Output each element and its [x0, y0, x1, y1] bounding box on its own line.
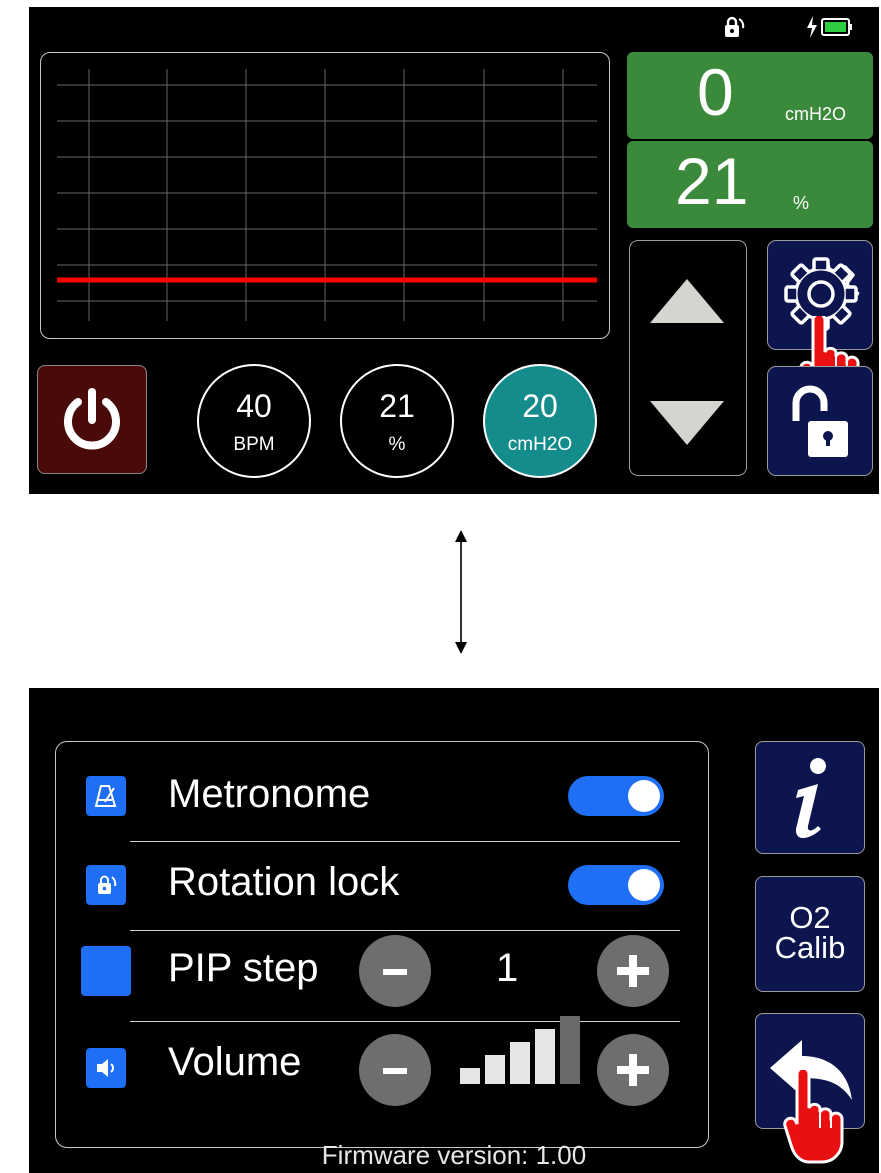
lock-button[interactable]	[767, 366, 873, 476]
pressure-readout: 0 cmH2O	[627, 52, 873, 139]
volume-row: Volume	[56, 1014, 708, 1106]
pip-step-minus-button[interactable]	[359, 935, 431, 1007]
volume-bar	[535, 1029, 555, 1084]
plus-icon	[617, 1054, 649, 1086]
volume-label: Volume	[168, 1040, 302, 1084]
pip-step-row: PIP step 1	[56, 922, 708, 1012]
pip-unit: cmH2O	[507, 434, 573, 455]
rotation-lock-icon	[86, 865, 126, 905]
oxygen-value: 21	[675, 144, 749, 218]
plus-icon	[617, 955, 649, 987]
volume-bar	[560, 1016, 580, 1084]
pip-setting[interactable]: 20 cmH2O	[483, 364, 597, 478]
pip-step-value: 1	[496, 946, 519, 990]
triangle-up-icon	[650, 279, 724, 323]
rotation-lock-row: Rotation lock	[56, 832, 708, 922]
power-button[interactable]	[37, 365, 147, 474]
rotation-lock-toggle[interactable]	[568, 865, 664, 905]
toggle-knob	[628, 780, 660, 812]
volume-bar	[485, 1055, 505, 1084]
speaker-icon	[86, 1048, 126, 1088]
o2-calib-line1: O2	[789, 900, 831, 935]
main-screen: 0 cmH2O 21 % 40 BPM 21 % 20 cmH2O	[29, 7, 879, 494]
blank-icon	[81, 946, 131, 996]
unlocked-padlock-icon	[792, 385, 848, 457]
info-button[interactable]	[755, 741, 865, 854]
fio2-setting[interactable]: 21 %	[340, 364, 454, 478]
fio2-unit: %	[388, 434, 406, 455]
power-icon	[64, 388, 120, 450]
rotation-lock-status-icon	[722, 15, 746, 46]
minus-icon	[383, 1068, 407, 1074]
oxygen-unit: %	[793, 193, 810, 213]
adjust-panel	[629, 240, 747, 476]
pip-step-label: PIP step	[168, 946, 319, 990]
volume-level-bars	[460, 1016, 580, 1084]
fio2-value: 21	[379, 388, 415, 424]
rate-unit: BPM	[233, 434, 275, 455]
pip-step-plus-button[interactable]	[597, 935, 669, 1007]
volume-plus-button[interactable]	[597, 1034, 669, 1106]
charging-icon	[806, 16, 818, 43]
arrow-down-button[interactable]	[650, 401, 724, 450]
pip-value: 20	[522, 388, 558, 424]
o2-calib-line2: Calib	[774, 930, 846, 965]
volume-minus-button[interactable]	[359, 1034, 431, 1106]
pressure-value: 0	[697, 55, 734, 129]
settings-panel: Metronome Rotation lock PIP step 1 Volum…	[55, 741, 709, 1148]
metronome-toggle[interactable]	[568, 776, 664, 816]
triangle-down-icon	[650, 401, 724, 445]
info-icon	[795, 758, 826, 839]
volume-bar	[510, 1042, 530, 1084]
metronome-row: Metronome	[56, 742, 708, 832]
firmware-version: Firmware version: 1.00	[321, 1140, 587, 1170]
minus-icon	[383, 969, 407, 975]
graph-grid	[57, 69, 597, 321]
battery-icon	[821, 18, 853, 41]
rate-value: 40	[236, 388, 272, 424]
o2-calibration-button[interactable]: O2 Calib	[755, 876, 865, 992]
settings-screen: Metronome Rotation lock PIP step 1 Volum…	[29, 688, 879, 1173]
double-arrow-icon	[452, 530, 470, 659]
rate-setting[interactable]: 40 BPM	[197, 364, 311, 478]
arrow-up-button[interactable]	[650, 279, 724, 328]
metronome-icon	[86, 776, 126, 816]
pressure-unit: cmH2O	[785, 104, 847, 124]
toggle-knob	[628, 869, 660, 901]
volume-bar	[460, 1068, 480, 1084]
rotation-lock-label: Rotation lock	[168, 860, 400, 904]
pressure-waveform-graph	[40, 52, 610, 339]
metronome-label: Metronome	[168, 772, 371, 816]
oxygen-readout: 21 %	[627, 141, 873, 228]
